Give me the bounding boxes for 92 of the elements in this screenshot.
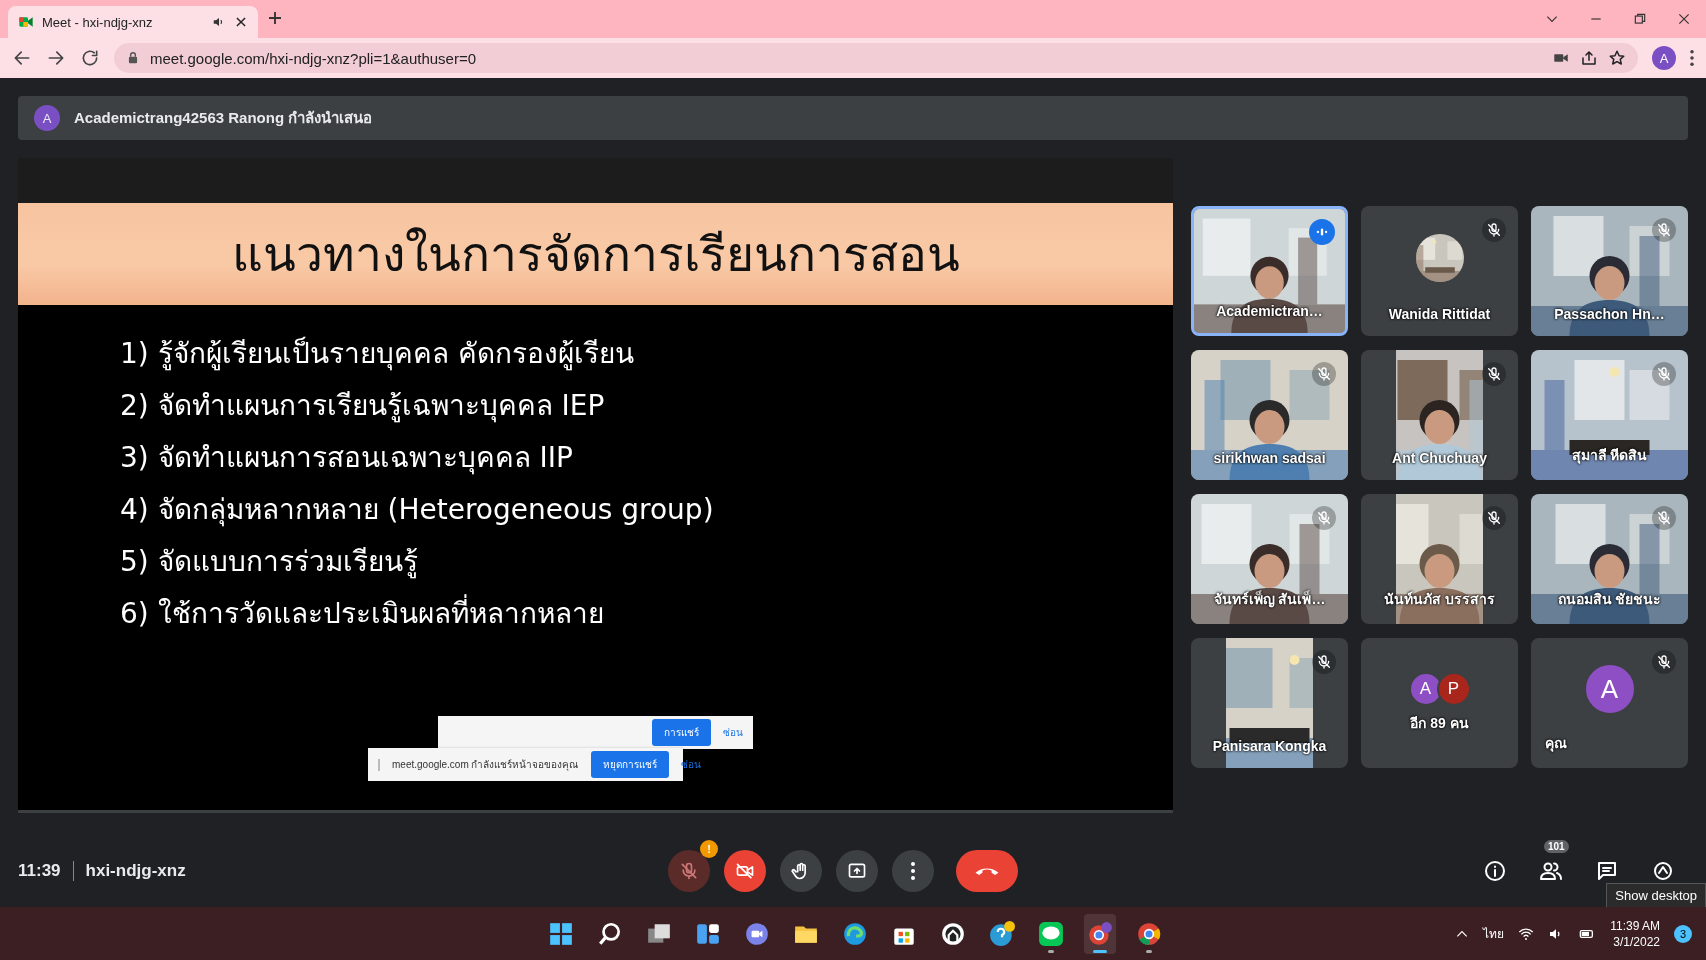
microphone-off-icon xyxy=(1656,366,1672,382)
taskbar-date: 3/1/2022 xyxy=(1613,933,1660,950)
participant-tile[interactable]: Passachon Hn… xyxy=(1531,206,1688,336)
participant-tile[interactable]: จันทร์เพ็ญ สันเพ็… xyxy=(1191,494,1348,624)
participant-tile[interactable]: sirikhwan sadsai xyxy=(1191,350,1348,480)
participant-tile[interactable]: A P อีก 89 คน xyxy=(1361,638,1518,768)
chat-icon xyxy=(1595,859,1619,883)
microphone-off-icon xyxy=(1486,510,1502,526)
stop-sharing-button[interactable]: การแชร์ xyxy=(652,719,711,746)
raise-hand-button[interactable] xyxy=(780,850,822,892)
participant-name: Academictran… xyxy=(1215,303,1324,319)
present-button[interactable] xyxy=(836,850,878,892)
microphone-off-icon xyxy=(1316,654,1332,670)
present-screen-icon xyxy=(847,861,867,881)
presenter-avatar: A xyxy=(34,105,60,131)
phone-hangup-icon xyxy=(975,867,999,875)
avatar: P xyxy=(1436,672,1471,706)
tab-title: Meet - hxi-ndjg-xnz xyxy=(42,14,154,30)
participant-tile[interactable]: Academictran… xyxy=(1191,206,1348,336)
more-options-button[interactable] xyxy=(892,850,934,892)
speech-bubble-icon xyxy=(1038,920,1064,947)
reload-icon xyxy=(80,48,100,68)
participant-name: Passachon Hn… xyxy=(1553,306,1666,322)
meeting-code: hxi-ndjg-xnz xyxy=(85,861,186,881)
participant-name: จันทร์เพ็ญ สันเพ็… xyxy=(1212,589,1327,610)
slide-list-item: 5) จัดแบบการร่วมเรียนรู้ xyxy=(120,544,419,581)
hide-link[interactable]: ซ่อน xyxy=(723,725,743,740)
participant-name: Wanida Rittidat xyxy=(1387,306,1492,322)
menu-icon xyxy=(1690,50,1694,66)
profile-avatar[interactable]: A xyxy=(1652,46,1676,70)
microphone-off-icon xyxy=(1316,510,1332,526)
slide-list-item: 4) จัดกลุ่มหลากหลาย (Heterogeneous group) xyxy=(120,492,715,529)
share-message: meet.google.com กำลังแชร์หน้าจอของคุณ xyxy=(392,758,579,772)
camera-button[interactable] xyxy=(724,850,766,892)
clock: 11:39 xyxy=(18,861,61,881)
slide-list-item: 6) ใช้การวัดและประเมินผลที่หลากหลาย xyxy=(120,595,1173,633)
address-bar[interactable]: meet.google.com/hxi-ndjg-xnz?pli=1&authuser=0 xyxy=(114,43,1638,73)
close-icon xyxy=(1677,12,1691,26)
microphone-off-icon xyxy=(1656,222,1672,238)
wave-swirl-icon xyxy=(842,920,868,947)
participant-name: sirikhwan sadsai xyxy=(1212,450,1327,466)
stop-sharing-button[interactable]: หยุดการแชร์ xyxy=(590,751,669,778)
taskbar-time: 11:39 AM xyxy=(1610,917,1660,934)
participant-name: นันท์นภัส บรรสาร xyxy=(1383,590,1496,609)
microphone-button[interactable] xyxy=(668,850,710,892)
video-chat-icon xyxy=(744,920,770,947)
forward-icon xyxy=(46,48,66,68)
microphone-off-icon xyxy=(1656,654,1672,670)
info-icon xyxy=(1483,859,1507,883)
lock-icon xyxy=(126,51,140,65)
browser-button[interactable] xyxy=(1084,913,1116,954)
microphone-off-icon xyxy=(1656,510,1672,526)
microphone-off-icon xyxy=(1316,366,1332,382)
meet-logo-icon xyxy=(18,14,34,30)
leave-call-button[interactable] xyxy=(956,850,1018,892)
participant-tile[interactable]: ถนอมสิน ชัยชนะ xyxy=(1531,494,1688,624)
new-tab-icon xyxy=(266,9,284,27)
help-icon xyxy=(989,920,1015,947)
windows-logo-icon xyxy=(548,920,574,947)
activities-icon xyxy=(1651,859,1675,883)
slide-title: แนวทางในการจัดการเรียนการสอน xyxy=(231,225,960,284)
slide-list-item: 2) จัดทำแผนการเรียนรู้เฉพาะบุคคล IEP xyxy=(120,388,606,425)
close-icon xyxy=(234,15,248,29)
participant-tile[interactable]: Wanida Rittidat xyxy=(1361,206,1518,336)
share-icon xyxy=(1580,49,1598,67)
tooltip: Show desktop xyxy=(1606,883,1706,908)
participant-name: คุณ xyxy=(1545,734,1568,754)
camera-off-icon xyxy=(735,861,755,881)
participant-name: ถนอมสิน ชัยชนะ xyxy=(1556,590,1663,609)
more-icon xyxy=(911,862,915,880)
slide-list-item: 1) รู้จักผู้เรียนเป็นรายบุคคล คัดกรองผู้เรียน xyxy=(120,335,635,373)
participant-name: อีก 89 คน xyxy=(1409,714,1470,733)
warning-badge: ! xyxy=(700,840,718,858)
avatar: A xyxy=(1583,663,1636,715)
microphone-off-icon xyxy=(1486,366,1502,382)
browser-tab[interactable]: Meet - hxi-ndjg-xnz xyxy=(8,6,258,38)
restore-icon xyxy=(1633,12,1647,26)
participant-count-badge: 101 xyxy=(1544,840,1569,853)
ring-icon xyxy=(940,920,966,947)
star-icon xyxy=(1608,49,1626,67)
presenter-label: Academictrang42563 Ranong กำลังนำเสนอ xyxy=(74,108,373,128)
input-language[interactable]: ไทย xyxy=(1483,924,1505,943)
browser-icon xyxy=(1136,920,1162,947)
back-icon xyxy=(12,48,32,68)
microphone-off-icon xyxy=(1486,222,1502,238)
notification-badge[interactable]: 3 xyxy=(1674,924,1692,943)
search-icon xyxy=(597,920,623,947)
slide-list-item: 3) จัดทำแผนการสอนเฉพาะบุคคล IIP xyxy=(120,440,574,477)
microphone-off-icon xyxy=(679,861,699,881)
participant-tile[interactable]: A คุณ xyxy=(1531,638,1688,768)
participant-tile[interactable]: นันท์นภัส บรรสาร xyxy=(1361,494,1518,624)
browser-profile-icon xyxy=(1087,920,1113,947)
